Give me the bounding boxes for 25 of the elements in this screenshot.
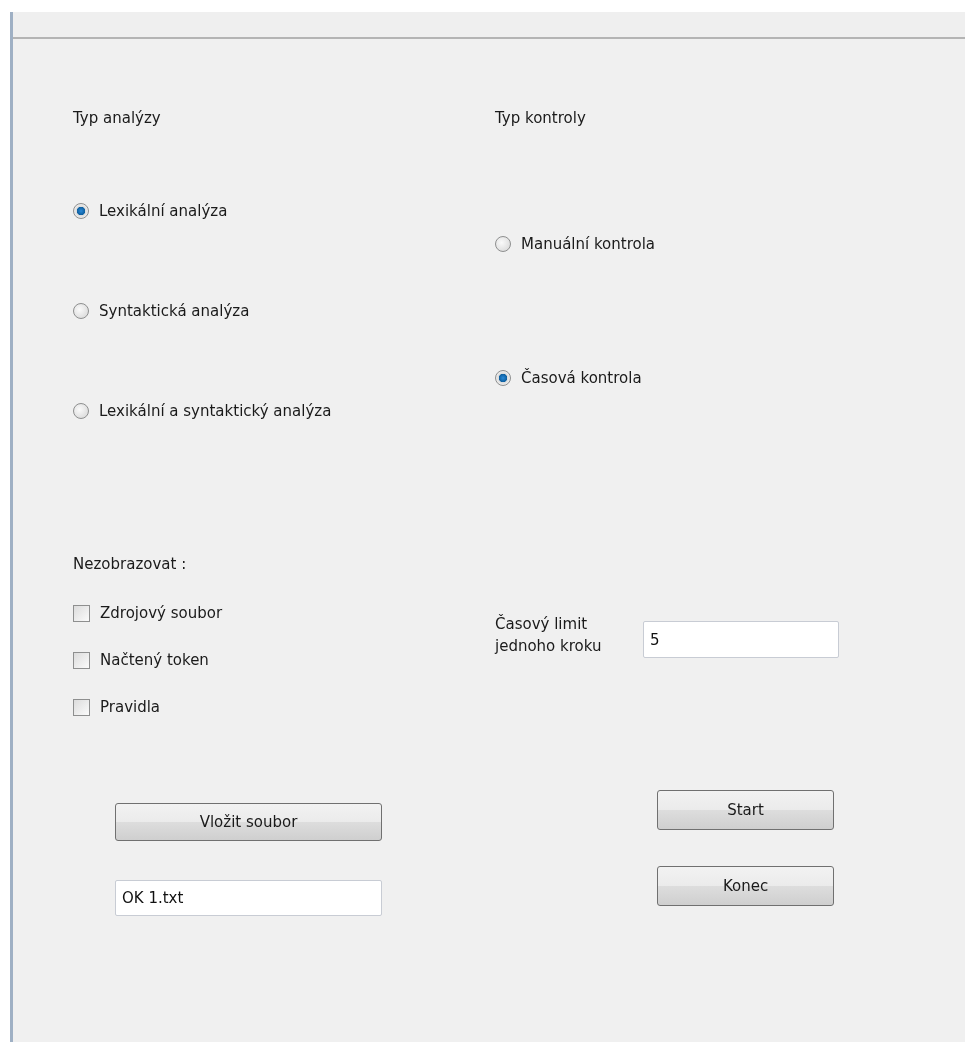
option-label[interactable]: Syntaktická analýza — [99, 302, 250, 320]
group-heading: Typ analýzy — [73, 109, 161, 127]
checkbox[interactable] — [73, 651, 90, 669]
radio-button[interactable] — [495, 370, 511, 386]
radio-button[interactable] — [73, 303, 89, 319]
group-heading: Nezobrazovat : — [73, 555, 187, 573]
option-label[interactable]: Načtený token — [100, 651, 209, 669]
option-label[interactable]: Časová kontrola — [521, 369, 642, 387]
file-name-field[interactable]: OK 1.txt — [115, 880, 382, 916]
option-label[interactable]: Manuální kontrola — [521, 235, 656, 253]
load-file-button[interactable]: Vložit soubor — [115, 803, 382, 841]
option-label[interactable]: Pravidla — [100, 698, 161, 716]
time-limit-field[interactable]: 5 — [643, 621, 839, 658]
group-heading: Typ kontroly — [495, 109, 586, 127]
time-limit-label: Časový limit jednoho kroku — [495, 613, 603, 657]
option-label[interactable]: Zdrojový soubor — [100, 604, 223, 622]
checkbox[interactable] — [73, 698, 90, 716]
radio-button[interactable] — [495, 236, 511, 252]
radio-button[interactable] — [73, 403, 89, 419]
option-label[interactable]: Lexikální a syntaktický analýza — [99, 402, 332, 420]
option-label[interactable]: Lexikální analýza — [99, 202, 228, 220]
exit-button[interactable]: Konec — [657, 866, 834, 906]
start-button[interactable]: Start — [657, 790, 834, 830]
checkbox[interactable] — [73, 604, 90, 622]
radio-button[interactable] — [73, 203, 89, 219]
